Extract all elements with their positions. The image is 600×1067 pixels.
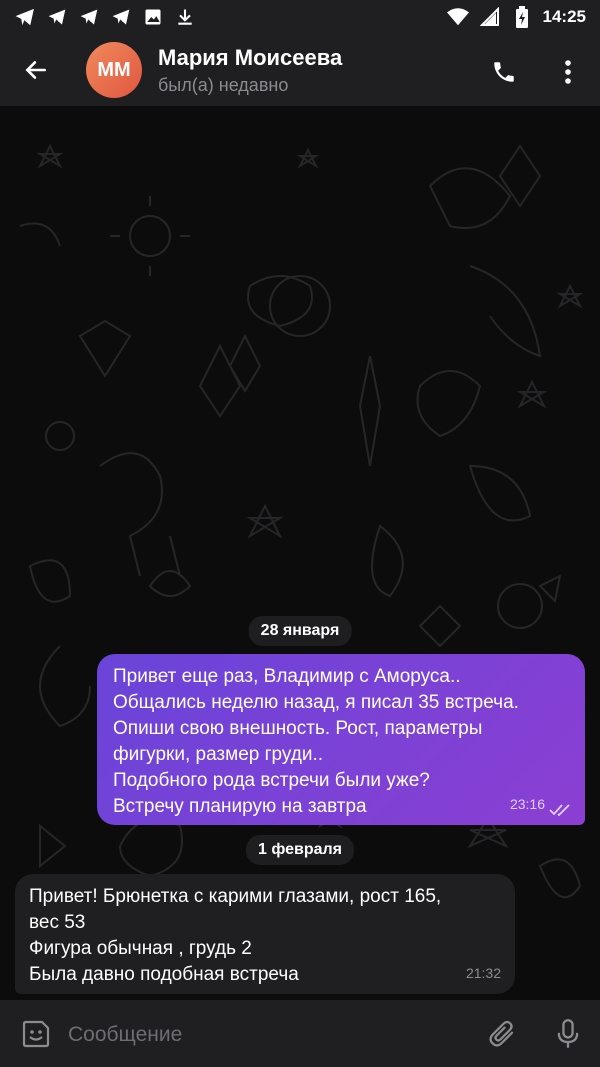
message-line: Опиши свою внешность. Рост, параметры	[113, 718, 483, 739]
chat-background-pattern	[19, 143, 584, 987]
emoji-button[interactable]	[18, 1016, 54, 1052]
incoming-message[interactable]: Привет! Брюнетка с карими глазами, рост …	[15, 874, 515, 994]
message-line: Фигура обычная , грудь 2	[29, 938, 252, 959]
message-line: вес 53	[29, 912, 86, 933]
message-composer	[0, 1000, 600, 1067]
message-line: Привет еще раз, Владимир с Аморуса..	[113, 666, 461, 687]
message-time: 21:32	[465, 965, 501, 981]
date-separator: 28 января	[248, 616, 352, 646]
message-line: Общались неделю назад, я писал 35 встреч…	[113, 692, 519, 713]
telegram-icon	[46, 6, 68, 28]
download-icon	[174, 6, 196, 28]
paperclip-icon	[489, 1020, 514, 1047]
chat-title-area[interactable]: Мария Моисеева был(а) недавно	[158, 45, 342, 96]
message-line: Подобного рода встречи были уже?	[113, 770, 430, 791]
last-seen-status: был(а) недавно	[158, 74, 289, 95]
avatar[interactable]: ММ	[86, 42, 142, 98]
sticker-smile-icon	[22, 1020, 50, 1048]
battery-icon	[511, 6, 533, 28]
more-vertical-icon	[565, 60, 571, 84]
message-input[interactable]	[66, 1018, 450, 1052]
back-button[interactable]	[0, 34, 72, 106]
message-line: фигурки, размер груди..	[113, 744, 324, 765]
message-line: Была давно подобная встреча	[29, 964, 299, 985]
status-bar: 14:25	[0, 0, 600, 34]
message-line: Встречу планирую на завтра	[113, 796, 367, 817]
contact-name: Мария Моисеева	[158, 44, 343, 70]
wifi-icon	[446, 6, 469, 28]
telegram-icon	[78, 6, 100, 28]
message-time: 23:16	[509, 796, 545, 812]
more-options-button[interactable]	[548, 52, 588, 92]
outgoing-message[interactable]: Привет еще раз, Владимир с Аморуса.. Общ…	[97, 654, 585, 825]
double-check-icon	[549, 804, 570, 817]
date-separator: 1 февраля	[245, 835, 355, 865]
call-button[interactable]	[484, 52, 524, 92]
phone-icon	[494, 62, 514, 82]
sim-icon	[479, 6, 501, 28]
attach-button[interactable]	[484, 1016, 520, 1052]
microphone-icon	[557, 1019, 579, 1048]
image-icon	[142, 6, 164, 28]
clock: 14:25	[542, 7, 586, 26]
telegram-icon	[14, 6, 36, 28]
arrow-left-icon	[25, 61, 46, 79]
telegram-icon	[110, 6, 132, 28]
chat-header: ММ Мария Моисеева был(а) недавно	[0, 34, 600, 106]
voice-record-button[interactable]	[550, 1016, 586, 1052]
message-line: Привет! Брюнетка с карими глазами, рост …	[29, 886, 442, 907]
message-list[interactable]: 28 января Привет еще раз, Владимир с Амо…	[0, 106, 600, 1000]
